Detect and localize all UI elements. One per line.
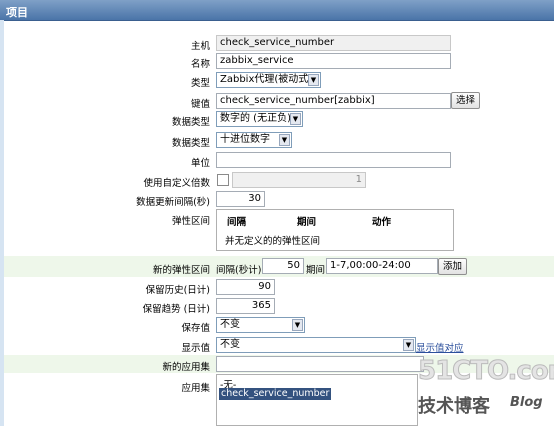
host-label: 主机 bbox=[190, 41, 210, 52]
type-label: 类型 bbox=[190, 78, 210, 89]
flex-col-interval: 间隔 bbox=[227, 217, 247, 228]
row-multiplier: 使用自定义倍数 1 bbox=[4, 171, 554, 189]
add-flex-button[interactable]: 添加 bbox=[438, 258, 468, 275]
store-value-select[interactable]: 不变 ▼ bbox=[216, 317, 305, 333]
chevron-down-icon[interactable]: ▼ bbox=[279, 134, 290, 146]
row-new-flex: 新的弹性区间 间隔(秒计) 50 期间 1-7,00:00-24:00 添加 bbox=[4, 256, 554, 277]
history-input[interactable]: 90 bbox=[216, 279, 275, 295]
multiplier-label: 使用自定义倍数 bbox=[143, 178, 210, 189]
chevron-down-icon[interactable]: ▼ bbox=[308, 74, 319, 86]
row-host: 主机 check_service_number bbox=[4, 34, 554, 52]
section-header: 项目 bbox=[0, 0, 554, 21]
host-field[interactable]: check_service_number bbox=[216, 35, 451, 51]
row-trends: 保留趋势 (日计) 365 bbox=[4, 297, 554, 315]
flex-label: 弹性区间 bbox=[171, 216, 210, 227]
new-flex-interval-label: 间隔(秒计) bbox=[216, 265, 262, 276]
new-flex-period-label: 期间 bbox=[306, 265, 326, 276]
list-item-selected[interactable]: check_service_number bbox=[219, 388, 332, 400]
new-app-label: 新的应用集 bbox=[162, 362, 210, 373]
row-store-value: 保存值 不变 ▼ bbox=[4, 316, 554, 334]
row-type: 类型 Zabbix代理(被动式) ▼ bbox=[4, 71, 554, 89]
chevron-down-icon[interactable]: ▼ bbox=[290, 113, 301, 125]
new-flex-label: 新的弹性区间 bbox=[152, 265, 210, 276]
multiplier-checkbox[interactable] bbox=[217, 174, 229, 186]
data-type-select[interactable]: 数字的 (无正负) ▼ bbox=[216, 111, 303, 127]
history-label: 保留历史(日计) bbox=[145, 285, 210, 296]
row-key: 键值 check_service_number[zabbix] 选择 bbox=[4, 92, 554, 110]
flex-table: 间隔 期间 动作 并无定义的的弹性区间 bbox=[216, 209, 454, 251]
trends-input[interactable]: 365 bbox=[216, 298, 275, 314]
flex-col-period: 期间 bbox=[297, 217, 317, 228]
row-data-format: 数据类型 十进位数字 ▼ bbox=[4, 131, 554, 149]
data-format-label: 数据类型 bbox=[171, 138, 210, 149]
row-new-app: 新的应用集 bbox=[4, 355, 554, 373]
type-select-value: Zabbix代理(被动式) bbox=[220, 74, 313, 85]
trends-label: 保留趋势 (日计) bbox=[142, 304, 210, 315]
new-flex-period-input[interactable]: 1-7,00:00-24:00 bbox=[326, 258, 438, 274]
value-mapping-link[interactable]: 显示值对应 bbox=[416, 340, 464, 354]
applications-listbox[interactable]: -无- check_service_number bbox=[216, 374, 418, 426]
interval-label: 数据更新间隔(秒) bbox=[136, 197, 210, 208]
multiplier-input[interactable]: 1 bbox=[232, 172, 366, 188]
flex-col-action: 动作 bbox=[372, 217, 392, 228]
row-name: 名称 zabbix_service bbox=[4, 52, 554, 70]
show-value-select-value: 不变 bbox=[220, 339, 240, 350]
show-value-select[interactable]: 不变 ▼ bbox=[216, 337, 416, 353]
data-type-label: 数据类型 bbox=[171, 117, 210, 128]
interval-input[interactable]: 30 bbox=[216, 191, 265, 207]
chevron-down-icon[interactable]: ▼ bbox=[292, 319, 303, 331]
applications-label: 应用集 bbox=[181, 383, 210, 394]
data-format-select-value: 十进位数字 bbox=[220, 134, 270, 145]
data-type-select-value: 数字的 (无正负) bbox=[220, 113, 291, 124]
new-flex-interval-input[interactable]: 50 bbox=[262, 258, 304, 274]
row-interval: 数据更新间隔(秒) 30 bbox=[4, 190, 554, 208]
name-input[interactable]: zabbix_service bbox=[216, 53, 451, 69]
new-app-input[interactable] bbox=[216, 356, 424, 372]
store-value-select-value: 不变 bbox=[220, 319, 240, 330]
name-label: 名称 bbox=[190, 59, 210, 70]
key-label: 键值 bbox=[190, 99, 210, 110]
units-input[interactable] bbox=[216, 152, 451, 168]
select-key-button[interactable]: 选择 bbox=[451, 92, 481, 109]
row-show-value: 显示值 不变 ▼ 显示值对应 bbox=[4, 336, 554, 354]
chevron-down-icon[interactable]: ▼ bbox=[403, 339, 414, 351]
row-flex: 弹性区间 间隔 期间 动作 并无定义的的弹性区间 bbox=[4, 209, 554, 251]
row-data-type: 数据类型 数字的 (无正负) ▼ bbox=[4, 110, 554, 128]
data-format-select[interactable]: 十进位数字 ▼ bbox=[216, 132, 292, 148]
type-select[interactable]: Zabbix代理(被动式) ▼ bbox=[216, 72, 321, 88]
units-label: 单位 bbox=[190, 158, 210, 169]
key-input[interactable]: check_service_number[zabbix] bbox=[216, 93, 451, 109]
row-history: 保留历史(日计) 90 bbox=[4, 278, 554, 296]
row-applications: 应用集 -无- check_service_number bbox=[4, 374, 554, 426]
flex-empty-text: 并无定义的的弹性区间 bbox=[225, 236, 321, 247]
section-title: 项目 bbox=[6, 6, 28, 19]
row-units: 单位 bbox=[4, 151, 554, 169]
store-value-label: 保存值 bbox=[181, 323, 210, 334]
show-value-label: 显示值 bbox=[181, 343, 210, 354]
